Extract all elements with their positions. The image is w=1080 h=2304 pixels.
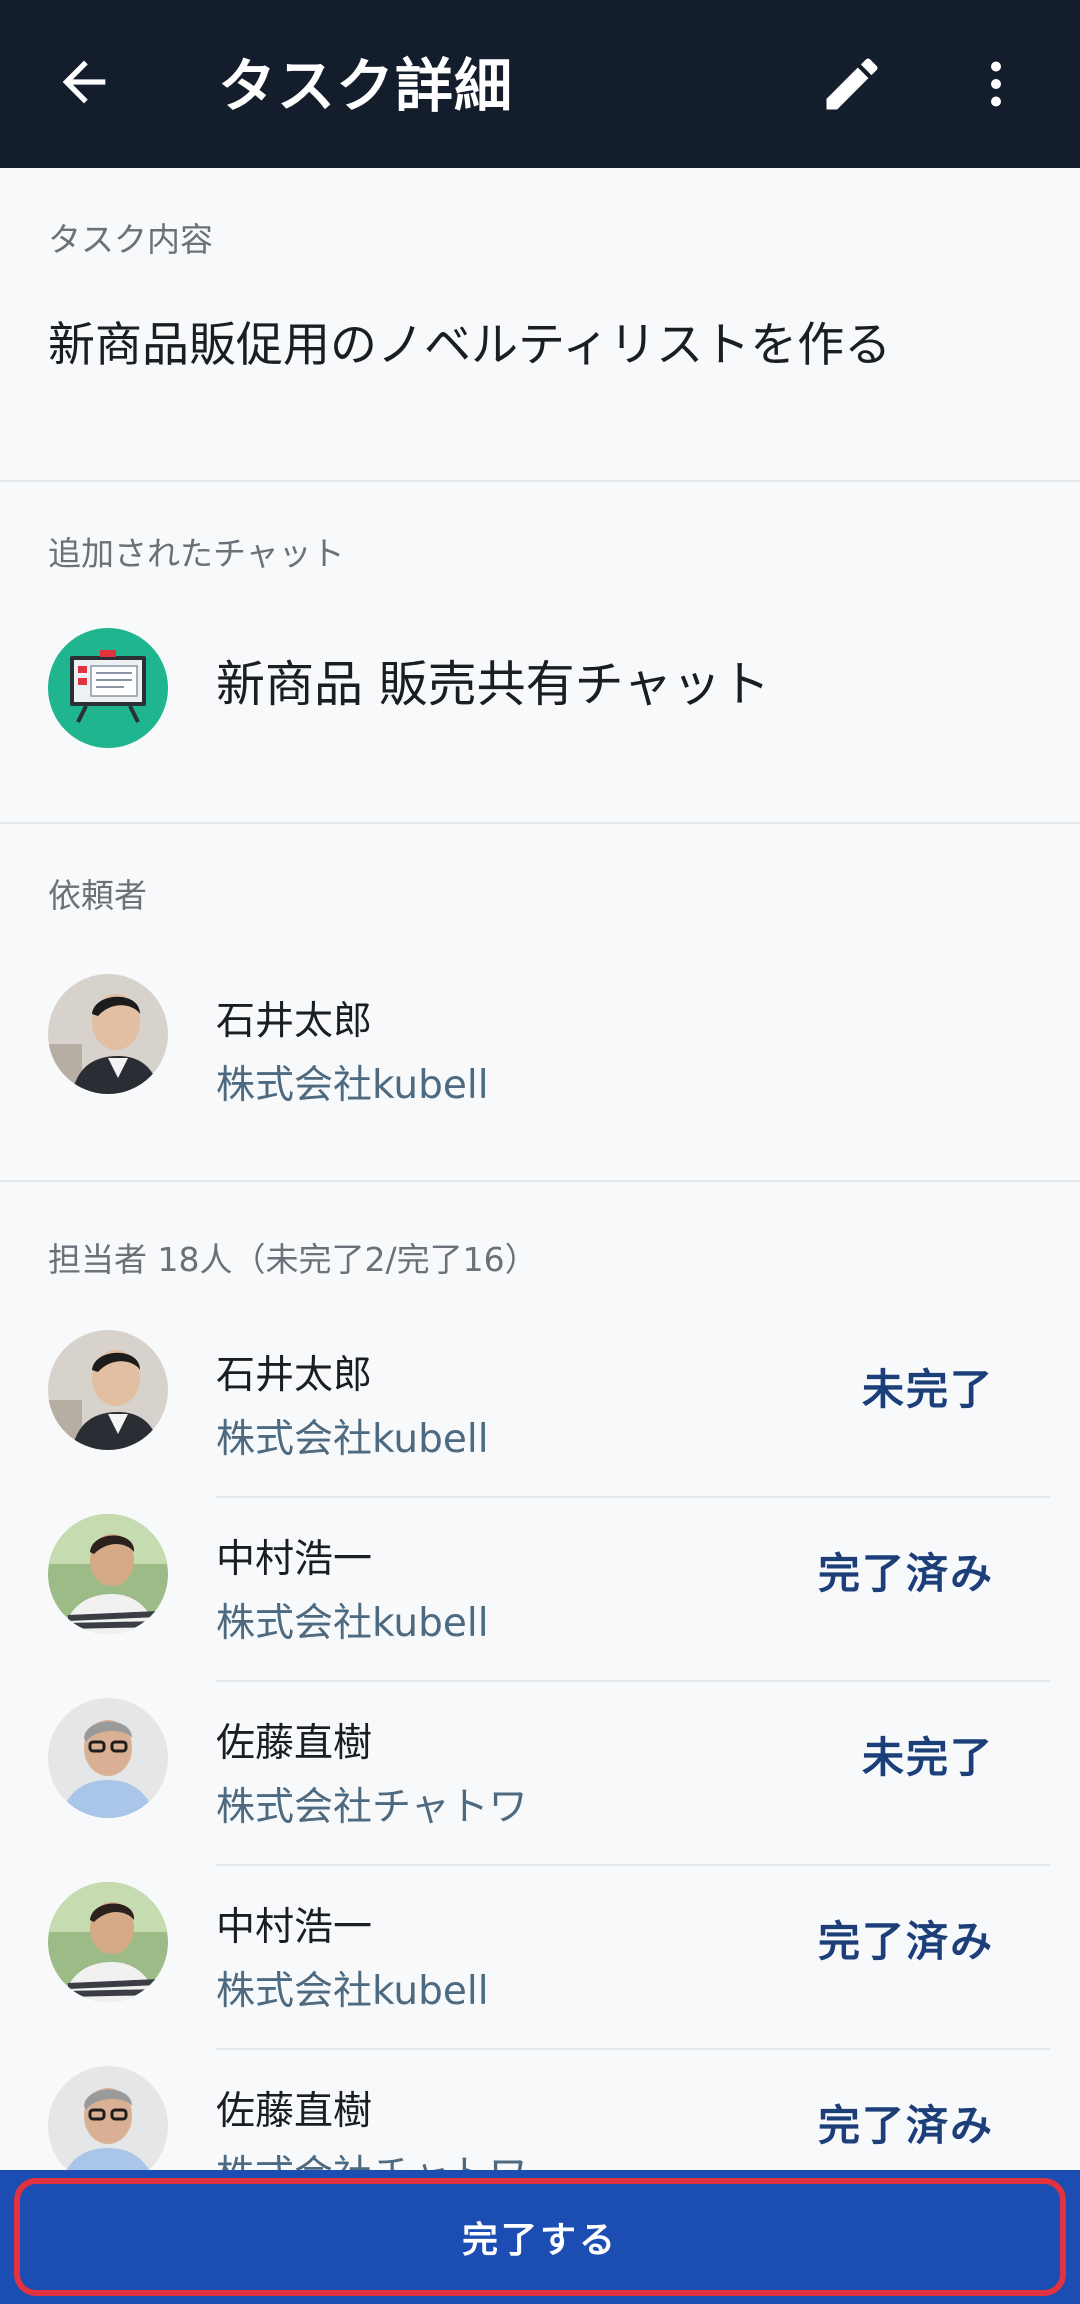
assignees-section: 担当者 18人（未完了2/完了16） 石井太郎 株式会社kubell 未完了 中… [0,1182,1080,2170]
status-label: 完了済み [817,2101,994,2150]
assignee-company: 株式会社kubell [216,1417,489,1462]
avatar [48,1514,168,1634]
task-detail-content[interactable]: タスク内容 新商品販促用のノベルティリストを作る 追加されたチャット 新商品 販… [0,168,1080,2170]
row-divider [216,1496,1050,1498]
status-label: 完了済み [817,1917,994,1966]
requester-label: 依頼者 [48,876,147,915]
chat-section: 追加されたチャット 新商品 販売共有チャット [0,482,1080,824]
pencil-icon[interactable] [818,50,886,118]
app-bar: タスク詳細 [0,0,1080,168]
assignee-name: 石井太郎 [216,1353,373,1398]
back-arrow-icon[interactable] [52,50,116,114]
assignee-company: 株式会社kubell [216,1969,489,2014]
more-vertical-icon[interactable] [966,50,1026,118]
assignee-name: 佐藤直樹 [216,1721,373,1766]
assignee-name: 中村浩一 [216,1537,373,1582]
chat-label: 追加されたチャット [48,534,345,573]
assignee-name: 中村浩一 [216,1905,373,1950]
task-text: 新商品販促用のノベルティリストを作る [48,318,892,373]
assignee-company: 株式会社チャトワ [216,2150,528,2170]
assignees-label: 担当者 18人（未完了2/完了16） [48,1240,538,1279]
requester-company: 株式会社kubell [216,1063,489,1108]
status-label: 未完了 [861,1365,994,1414]
assignee-company: 株式会社kubell [216,1601,489,1646]
avatar [48,1698,168,1818]
chat-name: 新商品 販売共有チャット [216,656,771,713]
avatar [48,2066,168,2170]
task-content-section: タスク内容 新商品販促用のノベルティリストを作る [0,168,1080,482]
requester-section: 依頼者 石井太郎 株式会社kubell [0,824,1080,1182]
avatar [48,1882,168,2002]
assignee-name: 佐藤直樹 [216,2089,373,2134]
row-divider [216,2048,1050,2050]
complete-button[interactable]: 完了する [14,2178,1066,2296]
page-title: タスク詳細 [218,52,514,120]
status-label: 完了済み [817,1549,994,1598]
row-divider [216,1680,1050,1682]
task-content-label: タスク内容 [48,220,213,259]
requester-name: 石井太郎 [216,999,373,1044]
row-divider [216,1864,1050,1866]
assignee-company: 株式会社チャトワ [216,1785,528,1830]
avatar [48,974,168,1094]
status-label: 未完了 [861,1733,994,1782]
presentation-board-icon [48,628,168,748]
avatar [48,1330,168,1450]
